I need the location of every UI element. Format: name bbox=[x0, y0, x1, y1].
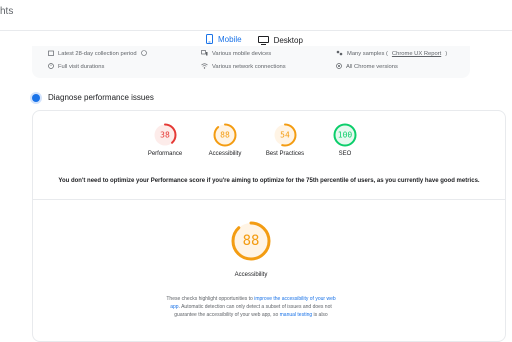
focus-gauge-value: 88 bbox=[243, 233, 260, 249]
gauge-accessibility[interactable]: 88 Accessibility bbox=[203, 123, 247, 157]
tab-desktop-label: Desktop bbox=[273, 35, 303, 45]
devices-icon bbox=[201, 50, 208, 58]
diagnose-dot-icon bbox=[32, 93, 40, 102]
focus-gauge: 88 Accessibility bbox=[229, 221, 273, 278]
gauge-seo-value: 100 bbox=[338, 131, 353, 140]
info-icon[interactable] bbox=[140, 50, 147, 58]
section-divider bbox=[33, 199, 505, 200]
score-gauges: 38 Performance 88 Accessibility 54 Best Pra… bbox=[143, 123, 367, 157]
manual-testing-link[interactable]: manual testing bbox=[280, 312, 313, 318]
meta-samples: Many samples (Chrome UX Report) bbox=[336, 50, 447, 58]
accessibility-description: These checks highlight opportunities to … bbox=[166, 296, 336, 318]
samples-icon bbox=[336, 50, 343, 58]
meta-network: Various network connections bbox=[201, 63, 286, 71]
gauge-best-practices-ring: 54 bbox=[273, 123, 297, 147]
gauge-best-practices[interactable]: 54 Best Practices bbox=[263, 123, 307, 157]
gauge-accessibility-value: 88 bbox=[220, 131, 230, 140]
gauge-seo-ring: 100 bbox=[333, 123, 357, 147]
chrome-ux-report-link[interactable]: Chrome UX Report bbox=[392, 51, 441, 57]
meta-latest: Latest 28-day collection period bbox=[48, 50, 147, 58]
gauge-best-practices-label: Best Practices bbox=[265, 151, 305, 157]
gauge-seo-label: SEO bbox=[338, 151, 352, 157]
gauge-seo[interactable]: 100 SEO bbox=[323, 123, 367, 157]
gauge-best-practices-value: 54 bbox=[280, 131, 290, 140]
diagnose-title: Diagnose performance issues bbox=[48, 93, 154, 102]
gauge-performance-label: Performance bbox=[147, 151, 183, 157]
focus-gauge-label: Accessibility bbox=[234, 272, 268, 278]
top-bar: hts bbox=[0, 0, 512, 31]
meta-devices: Various mobile devices bbox=[201, 50, 271, 58]
gauge-performance[interactable]: 38 Performance bbox=[143, 123, 187, 157]
gauge-performance-value: 38 bbox=[160, 131, 170, 140]
gauge-accessibility-label: Accessibility bbox=[208, 151, 242, 157]
gauge-performance-ring: 38 bbox=[153, 123, 177, 147]
app-title-fragment: hts bbox=[0, 6, 14, 17]
performance-notice: You don't need to optimize your Performa… bbox=[58, 178, 480, 184]
focus-gauge-ring: 88 bbox=[231, 221, 271, 266]
field-data-metadata: Latest 28-day collection period Full vis… bbox=[32, 46, 470, 78]
chrome-icon bbox=[336, 63, 342, 71]
gauge-accessibility-ring: 88 bbox=[213, 123, 237, 147]
meta-chrome: All Chrome versions bbox=[336, 63, 398, 71]
meta-full-visit: Full visit durations bbox=[48, 63, 104, 71]
timer-icon bbox=[48, 63, 54, 71]
tab-mobile-label: Mobile bbox=[218, 34, 242, 44]
diagnose-section-header: Diagnose performance issues bbox=[32, 93, 154, 102]
mobile-icon bbox=[206, 34, 213, 44]
focus-gauge-ring: 88 bbox=[231, 221, 271, 261]
wifi-icon bbox=[201, 63, 208, 71]
calendar-icon bbox=[48, 50, 54, 58]
desktop-icon bbox=[257, 35, 269, 45]
lighthouse-report: 38 Performance 88 Accessibility 54 Best Pra… bbox=[32, 110, 506, 342]
